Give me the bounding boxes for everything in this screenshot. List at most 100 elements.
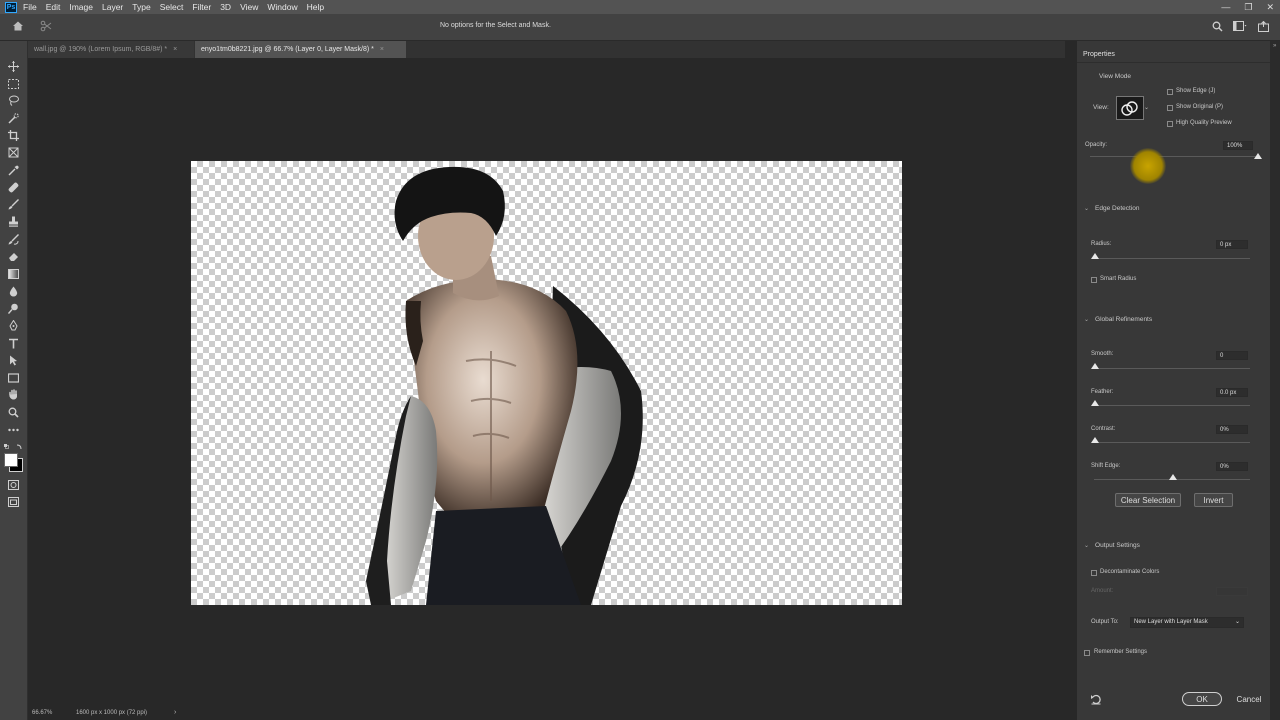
output-to-select[interactable]: New Layer with Layer Mask ⌄ — [1130, 617, 1244, 628]
crop-tool-icon[interactable] — [6, 129, 21, 142]
chevron-down-icon: ⌄ — [1084, 206, 1090, 212]
home-icon[interactable] — [12, 20, 24, 35]
radius-slider-track[interactable] — [1094, 258, 1250, 259]
healing-brush-tool-icon[interactable] — [6, 181, 21, 194]
output-settings-heading[interactable]: ⌄ Output Settings — [1084, 542, 1140, 549]
tab-label: enyo1tm0b8221.jpg @ 66.7% (Layer 0, Laye… — [201, 46, 374, 53]
output-to-value: New Layer with Layer Mask — [1134, 619, 1208, 625]
feather-slider-track[interactable] — [1094, 405, 1250, 406]
global-refinements-heading[interactable]: ⌄ Global Refinements — [1084, 316, 1152, 323]
cancel-button[interactable]: Cancel — [1231, 692, 1267, 706]
feather-label: Feather: — [1091, 389, 1114, 395]
reset-icon[interactable] — [1090, 694, 1102, 708]
show-original-checkbox[interactable] — [1167, 105, 1173, 111]
radius-slider-thumb[interactable] — [1091, 253, 1099, 259]
smooth-slider-track[interactable] — [1094, 368, 1250, 369]
menu-view[interactable]: View — [240, 2, 258, 12]
status-bar: 66.67% 1600 px x 1000 px (72 ppi) › — [28, 708, 1065, 720]
lasso-tool-icon[interactable] — [6, 94, 21, 107]
eraser-tool-icon[interactable] — [6, 250, 21, 263]
opacity-field[interactable]: 100% — [1223, 141, 1253, 150]
collapse-arrow-icon[interactable]: » — [1273, 43, 1276, 49]
panel-scrollbar[interactable]: » — [1270, 41, 1280, 720]
ok-button[interactable]: OK — [1182, 692, 1222, 706]
hand-tool-icon[interactable] — [6, 388, 21, 401]
more-tools-icon[interactable] — [6, 423, 21, 436]
zoom-tool-icon[interactable] — [6, 406, 21, 419]
quick-selection-tool-icon[interactable] — [6, 112, 21, 125]
window-controls: — ❐ ✕ — [1221, 0, 1274, 14]
rectangle-tool-icon[interactable] — [6, 371, 21, 384]
pen-tool-icon[interactable] — [6, 319, 21, 332]
clear-selection-button[interactable]: Clear Selection — [1115, 493, 1181, 507]
high-quality-preview-checkbox[interactable] — [1167, 121, 1173, 127]
menu-filter[interactable]: Filter — [192, 2, 211, 12]
path-selection-tool-icon[interactable] — [6, 354, 21, 367]
contrast-slider-track[interactable] — [1094, 442, 1250, 443]
document-tabs: wall.jpg @ 190% (Lorem Ipsum, RGB/8#) * … — [28, 41, 1065, 58]
foreground-color-swatch[interactable] — [4, 453, 18, 467]
close-icon[interactable]: ✕ — [1266, 2, 1274, 13]
screen-mode-icon[interactable] — [6, 495, 21, 508]
menu-help[interactable]: Help — [307, 2, 324, 12]
menu-select[interactable]: Select — [160, 2, 184, 12]
contrast-field[interactable]: 0% — [1216, 425, 1248, 434]
workspace-icon[interactable] — [1233, 21, 1247, 35]
marquee-tool-icon[interactable] — [6, 77, 21, 90]
share-icon[interactable] — [1258, 20, 1269, 35]
menu-edit[interactable]: Edit — [46, 2, 61, 12]
view-mode-thumbnail[interactable] — [1116, 96, 1144, 120]
properties-header: Properties — [1077, 46, 1270, 63]
invert-button[interactable]: Invert — [1194, 493, 1233, 507]
status-menu-arrow-icon[interactable]: › — [174, 709, 176, 716]
document-size: 1600 px x 1000 px (72 ppi) — [76, 710, 148, 716]
close-tab-icon[interactable]: × — [173, 46, 177, 53]
zoom-level[interactable]: 66.67% — [32, 710, 52, 716]
frame-tool-icon[interactable] — [6, 146, 21, 159]
tab-wall-jpg[interactable]: wall.jpg @ 190% (Lorem Ipsum, RGB/8#) * … — [28, 41, 194, 58]
opacity-slider-track[interactable] — [1090, 156, 1258, 157]
document-canvas[interactable] — [191, 161, 902, 605]
minimize-icon[interactable]: — — [1221, 2, 1230, 12]
blur-tool-icon[interactable] — [6, 285, 21, 298]
eyedropper-tool-icon[interactable] — [6, 164, 21, 177]
remember-settings-checkbox[interactable] — [1084, 650, 1090, 656]
clone-stamp-tool-icon[interactable] — [6, 215, 21, 228]
tab-enyo-jpg[interactable]: enyo1tm0b8221.jpg @ 66.7% (Layer 0, Laye… — [195, 41, 406, 58]
smooth-slider-thumb[interactable] — [1091, 363, 1099, 369]
feather-field[interactable]: 0.0 px — [1216, 388, 1248, 397]
menu-window[interactable]: Window — [267, 2, 297, 12]
brush-tool-icon[interactable] — [6, 198, 21, 211]
menu-3d[interactable]: 3D — [220, 2, 231, 12]
view-dropdown-chevron-icon[interactable]: ⌄ — [1144, 104, 1149, 111]
radius-field[interactable]: 0 px — [1216, 240, 1248, 249]
gradient-tool-icon[interactable] — [6, 267, 21, 280]
move-tool-icon[interactable] — [6, 60, 21, 73]
shift-edge-slider-thumb[interactable] — [1169, 474, 1177, 480]
history-brush-tool-icon[interactable] — [6, 233, 21, 246]
show-edge-checkbox[interactable] — [1167, 89, 1173, 95]
menu-type[interactable]: Type — [132, 2, 150, 12]
smart-radius-label: Smart Radius — [1100, 276, 1137, 282]
quick-mask-icon[interactable] — [6, 478, 21, 491]
swap-colors-icon[interactable] — [4, 441, 24, 453]
contrast-slider-thumb[interactable] — [1091, 437, 1099, 443]
opacity-slider-thumb[interactable] — [1254, 153, 1262, 159]
photoshop-logo-icon[interactable]: Ps — [5, 1, 17, 13]
type-tool-icon[interactable] — [6, 337, 21, 350]
menu-image[interactable]: Image — [69, 2, 93, 12]
edge-detection-heading[interactable]: ⌄ Edge Detection — [1084, 205, 1139, 212]
smart-radius-checkbox[interactable] — [1091, 277, 1097, 283]
feather-slider-thumb[interactable] — [1091, 400, 1099, 406]
menu-file[interactable]: File — [23, 2, 37, 12]
restore-icon[interactable]: ❐ — [1244, 2, 1252, 13]
shift-edge-field[interactable]: 0% — [1216, 462, 1248, 471]
show-edge-label: Show Edge (J) — [1176, 88, 1216, 94]
smooth-field[interactable]: 0 — [1216, 351, 1248, 360]
dodge-tool-icon[interactable] — [6, 302, 21, 315]
search-icon[interactable] — [1212, 21, 1223, 35]
close-tab-icon[interactable]: × — [380, 46, 384, 53]
opacity-label: Opacity: — [1085, 142, 1108, 148]
menu-layer[interactable]: Layer — [102, 2, 123, 12]
decontaminate-colors-checkbox[interactable] — [1091, 570, 1097, 576]
